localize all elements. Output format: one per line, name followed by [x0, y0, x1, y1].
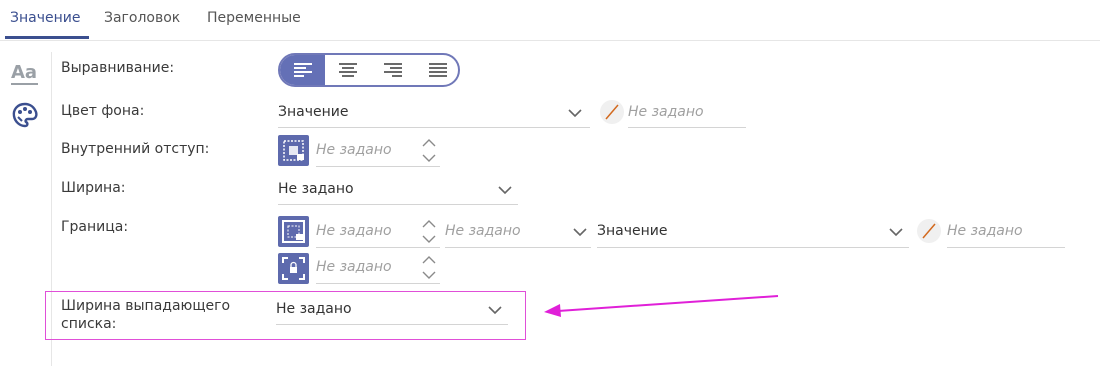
- alignment-toggle-group: [278, 53, 460, 87]
- align-center-icon: [338, 63, 357, 77]
- bg-color-label: Цвет фона:: [61, 103, 145, 119]
- text-format-icon[interactable]: Aa: [11, 62, 39, 86]
- bg-no-color-button[interactable]: [600, 100, 624, 124]
- bg-color-select-value: Значение: [278, 104, 349, 120]
- dropdown-width-select[interactable]: Не задано: [276, 297, 508, 325]
- chevron-down-icon: [498, 186, 512, 195]
- arrow-annotation-icon: [544, 295, 779, 317]
- border-icon[interactable]: [278, 216, 309, 247]
- padding-label: Внутренний отступ:: [61, 141, 210, 157]
- padding-input[interactable]: Не задано: [316, 137, 440, 167]
- spin-down-icon[interactable]: [422, 152, 436, 164]
- align-left-icon: [293, 63, 312, 77]
- border-width-placeholder: Не задано: [316, 223, 392, 239]
- border-no-color-button[interactable]: [917, 219, 941, 243]
- width-select-value: Не задано: [278, 181, 354, 197]
- tab-value[interactable]: Значение: [10, 10, 80, 26]
- tab-variables[interactable]: Переменные: [207, 10, 301, 26]
- width-label: Ширина:: [61, 180, 126, 196]
- dropdown-width-label-line1: Ширина выпадающего: [61, 298, 231, 314]
- spin-up-icon[interactable]: [422, 254, 436, 266]
- border-style-placeholder: Не задано: [445, 223, 521, 239]
- text-format-icon-label: Aa: [11, 62, 38, 83]
- border-style-select[interactable]: Не задано: [445, 218, 591, 248]
- palette-icon[interactable]: [11, 101, 39, 129]
- border-color-select-value: Значение: [597, 223, 668, 239]
- bg-color-custom-placeholder: Не задано: [628, 104, 704, 120]
- padding-icon[interactable]: [278, 135, 309, 166]
- tab-bar: Значение Заголовок Переменные: [0, 0, 1100, 41]
- border-color-custom-placeholder: Не задано: [947, 223, 1023, 239]
- border-radius-placeholder: Не задано: [316, 259, 392, 275]
- align-right-button[interactable]: [370, 55, 415, 85]
- border-label: Граница:: [61, 219, 129, 235]
- dropdown-width-select-value: Не задано: [276, 301, 352, 317]
- spin-down-icon[interactable]: [422, 233, 436, 245]
- padding-placeholder: Не задано: [316, 142, 392, 158]
- no-color-icon: [605, 104, 619, 120]
- active-tab-indicator: [5, 36, 89, 39]
- dropdown-width-label-line2: списка:: [61, 316, 117, 332]
- width-select[interactable]: Не задано: [278, 177, 518, 205]
- align-left-button[interactable]: [280, 55, 325, 85]
- chevron-down-icon: [573, 228, 587, 237]
- spin-up-icon[interactable]: [422, 137, 436, 149]
- spin-up-icon[interactable]: [422, 218, 436, 230]
- align-center-button[interactable]: [325, 55, 370, 85]
- bg-color-custom-input[interactable]: Не задано: [628, 100, 746, 128]
- border-radius-input[interactable]: Не задано: [316, 254, 440, 284]
- border-color-custom-input[interactable]: Не задано: [947, 218, 1065, 248]
- bg-color-select[interactable]: Значение: [278, 100, 590, 128]
- border-color-select[interactable]: Значение: [597, 218, 909, 248]
- align-right-icon: [383, 63, 402, 77]
- chevron-down-icon: [568, 109, 582, 118]
- chevron-down-icon: [889, 228, 903, 237]
- alignment-label: Выравнивание:: [61, 60, 175, 76]
- align-justify-button[interactable]: [415, 55, 458, 85]
- no-color-icon: [922, 223, 936, 239]
- align-justify-icon: [428, 63, 447, 77]
- chevron-down-icon: [488, 306, 502, 315]
- border-radius-icon[interactable]: [278, 253, 309, 284]
- spin-down-icon[interactable]: [422, 269, 436, 281]
- tab-header[interactable]: Заголовок: [104, 10, 180, 26]
- border-width-input[interactable]: Не задано: [316, 218, 440, 248]
